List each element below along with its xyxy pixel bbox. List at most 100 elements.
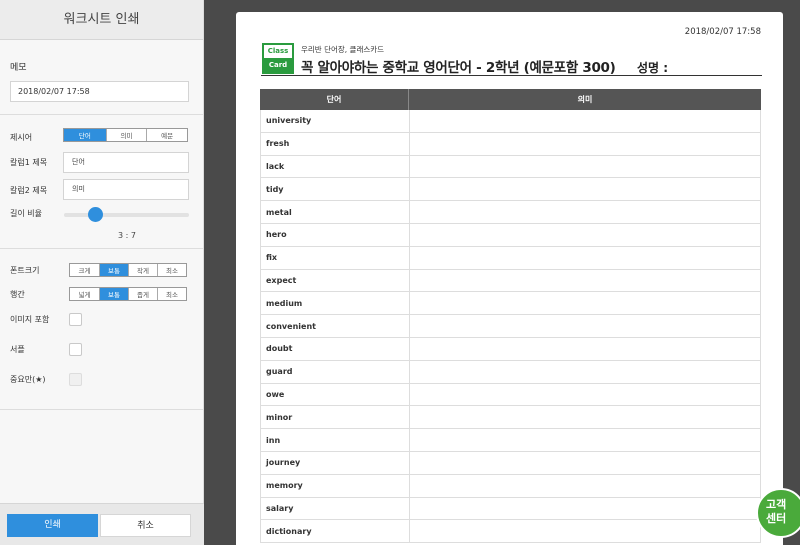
prompt-option-word[interactable]: 단어: [64, 129, 106, 141]
logo-top-text: Class: [264, 45, 292, 58]
font-size-option-min[interactable]: 최소: [157, 264, 186, 276]
table-row: dictionary: [260, 520, 761, 544]
table-row: fix: [260, 246, 761, 270]
table-row: tidy: [260, 178, 761, 202]
word-cell: owe: [261, 383, 410, 406]
table-row: hero: [260, 223, 761, 247]
word-cell: salary: [261, 497, 410, 520]
meaning-cell: [410, 292, 760, 314]
prompt-option-example[interactable]: 예문: [146, 129, 187, 141]
word-cell: doubt: [261, 337, 410, 360]
table-row: expect: [260, 269, 761, 293]
table-row: university: [260, 110, 761, 133]
table-row: journey: [260, 451, 761, 475]
meaning-cell: [410, 110, 760, 132]
font-size-selector: 크게 보통 작게 최소: [69, 263, 187, 277]
help-line2: 센터: [766, 512, 787, 525]
length-ratio-value: 3 : 7: [118, 231, 136, 240]
line-spacing-option-normal[interactable]: 보통: [99, 288, 128, 300]
table-row: medium: [260, 292, 761, 316]
meaning-cell: [410, 520, 760, 542]
print-button[interactable]: 인쇄: [7, 514, 98, 537]
table-row: convenient: [260, 315, 761, 338]
important-only-label: 중요만(★): [10, 375, 46, 384]
font-size-option-large[interactable]: 크게: [70, 264, 99, 276]
meaning-cell: [410, 270, 760, 292]
word-cell: tidy: [261, 178, 410, 201]
length-ratio-slider-handle[interactable]: [88, 207, 103, 222]
meaning-cell: [410, 156, 760, 178]
classcard-logo: Class Card: [262, 43, 294, 74]
table-row: doubt: [260, 337, 761, 361]
image-include-label: 이미지 포함: [10, 315, 50, 324]
cancel-button[interactable]: 취소: [100, 514, 191, 537]
meaning-cell: [410, 406, 760, 428]
table-row: owe: [260, 383, 761, 407]
image-include-checkbox[interactable]: [69, 313, 82, 326]
line-spacing-label: 행간: [10, 290, 25, 299]
meaning-cell: [410, 498, 760, 520]
word-table: 단어 의미 university fresh lack tidy metal hero fi…: [260, 89, 761, 544]
table-row: lack: [260, 155, 761, 179]
col1-title-input[interactable]: 단어: [63, 152, 189, 173]
meaning-cell: [410, 201, 760, 223]
worksheet-preview: 2018/02/07 17:58 Class Card 우리반 단어장, 클래스…: [236, 12, 783, 545]
word-cell: dictionary: [261, 520, 410, 543]
signature-checkbox[interactable]: [69, 343, 82, 356]
length-ratio-slider[interactable]: [64, 213, 189, 217]
meaning-cell: [410, 338, 760, 360]
word-cell: lack: [261, 155, 410, 178]
line-spacing-selector: 넓게 보통 좁게 최소: [69, 287, 187, 301]
memo-input[interactable]: 2018/02/07 17:58: [10, 81, 189, 102]
meaning-cell: [410, 133, 760, 155]
prompt-selector: 단어 의미 예문: [63, 128, 188, 142]
meaning-cell: [410, 178, 760, 200]
line-spacing-option-narrow[interactable]: 좁게: [128, 288, 157, 300]
word-cell: fresh: [261, 132, 410, 155]
col2-title-input[interactable]: 의미: [63, 179, 189, 200]
table-row: salary: [260, 497, 761, 521]
word-cell: hero: [261, 223, 410, 246]
font-size-option-small[interactable]: 작게: [128, 264, 157, 276]
column-section: 제시어 단어 의미 예문 칼럼1 제목 단어 칼럼2 제목 의미 길이 비율 3…: [0, 115, 203, 249]
table-row: memory: [260, 474, 761, 498]
col2-label: 칼럼2 제목: [10, 186, 48, 195]
line-spacing-option-min[interactable]: 최소: [157, 288, 186, 300]
table-row: metal: [260, 201, 761, 224]
table-row: fresh: [260, 132, 761, 156]
word-cell: guard: [261, 360, 410, 383]
memo-label: 메모: [10, 63, 27, 73]
customer-center-button[interactable]: 고객 센터: [756, 488, 800, 538]
table-body: university fresh lack tidy metal hero fix expec…: [260, 110, 761, 544]
print-settings-panel: 워크시트 인쇄 메모 2018/02/07 17:58 제시어 단어 의미 예문…: [0, 0, 204, 545]
meaning-cell: [410, 384, 760, 406]
table-header: 단어 의미: [260, 89, 761, 110]
word-cell: expect: [261, 269, 410, 292]
prompt-option-meaning[interactable]: 의미: [105, 129, 147, 141]
meaning-cell: [410, 361, 760, 383]
important-only-checkbox[interactable]: [69, 373, 82, 386]
column-header-word: 단어: [260, 89, 409, 110]
col1-label: 칼럼1 제목: [10, 158, 48, 167]
panel-footer: 인쇄 취소: [0, 503, 204, 545]
table-row: guard: [260, 360, 761, 384]
memo-section: 메모 2018/02/07 17:58: [0, 40, 203, 115]
worksheet-subtitle: 우리반 단어장, 클래스카드: [301, 45, 385, 54]
meaning-cell: [410, 247, 760, 269]
signature-label: 서플: [10, 345, 25, 354]
word-cell: metal: [261, 201, 410, 223]
word-cell: minor: [261, 406, 410, 429]
meaning-cell: [410, 315, 760, 337]
word-cell: fix: [261, 246, 410, 269]
prompt-label: 제시어: [10, 133, 33, 142]
line-spacing-option-wide[interactable]: 넓게: [70, 288, 99, 300]
format-section: 폰트크기 크게 보통 작게 최소 행간 넓게 보통 좁게 최소 이미지 포함 서…: [0, 249, 203, 410]
panel-title: 워크시트 인쇄: [0, 0, 203, 40]
meaning-cell: [410, 475, 760, 497]
word-cell: memory: [261, 474, 410, 497]
meaning-cell: [410, 452, 760, 474]
name-label: 성명 :: [637, 61, 669, 75]
meaning-cell: [410, 429, 760, 451]
table-row: minor: [260, 406, 761, 430]
font-size-option-normal[interactable]: 보통: [99, 264, 128, 276]
